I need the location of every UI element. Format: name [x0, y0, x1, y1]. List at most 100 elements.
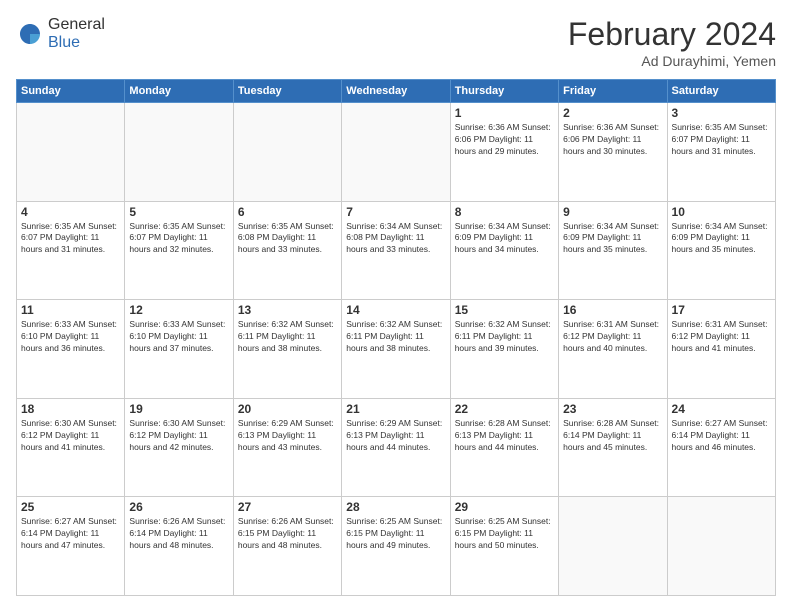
- day-info: Sunrise: 6:27 AM Sunset: 6:14 PM Dayligh…: [672, 418, 771, 454]
- logo-general: General: [48, 16, 105, 33]
- day-info: Sunrise: 6:32 AM Sunset: 6:11 PM Dayligh…: [238, 319, 337, 355]
- day-number: 23: [563, 402, 662, 416]
- calendar-cell: 28 Sunrise: 6:25 AM Sunset: 6:15 PM Dayli…: [342, 497, 450, 596]
- day-number: 2: [563, 106, 662, 120]
- calendar-cell: 15 Sunrise: 6:32 AM Sunset: 6:11 PM Dayli…: [450, 300, 558, 399]
- calendar-cell: 18 Sunrise: 6:30 AM Sunset: 6:12 PM Dayli…: [17, 398, 125, 497]
- day-number: 18: [21, 402, 120, 416]
- day-info: Sunrise: 6:32 AM Sunset: 6:11 PM Dayligh…: [455, 319, 554, 355]
- calendar-cell: [125, 103, 233, 202]
- calendar-cell: 6 Sunrise: 6:35 AM Sunset: 6:08 PM Daylig…: [233, 201, 341, 300]
- day-info: Sunrise: 6:36 AM Sunset: 6:06 PM Dayligh…: [563, 122, 662, 158]
- calendar-cell: 27Sunrise: 6:26 AM Sunset: 6:15 PM Dayli…: [233, 497, 341, 596]
- calendar-cell: [667, 497, 775, 596]
- day-info: Sunrise: 6:35 AM Sunset: 6:07 PM Dayligh…: [672, 122, 771, 158]
- day-info: Sunrise: 6:33 AM Sunset: 6:10 PM Dayligh…: [129, 319, 228, 355]
- calendar-cell: 16 Sunrise: 6:31 AM Sunset: 6:12 PM Dayli…: [559, 300, 667, 399]
- calendar-cell: 1Sunrise: 6:36 AM Sunset: 6:06 PM Daylig…: [450, 103, 558, 202]
- calendar-cell: 21 Sunrise: 6:29 AM Sunset: 6:13 PM Dayli…: [342, 398, 450, 497]
- day-info: Sunrise: 6:34 AM Sunset: 6:08 PM Dayligh…: [346, 221, 445, 257]
- calendar-week-row: 25Sunrise: 6:27 AM Sunset: 6:14 PM Dayli…: [17, 497, 776, 596]
- day-info: Sunrise: 6:32 AM Sunset: 6:11 PM Dayligh…: [346, 319, 445, 355]
- calendar-cell: 7 Sunrise: 6:34 AM Sunset: 6:08 PM Daylig…: [342, 201, 450, 300]
- day-info: Sunrise: 6:35 AM Sunset: 6:08 PM Dayligh…: [238, 221, 337, 257]
- day-number: 4: [21, 205, 120, 219]
- weekday-header: Thursday: [450, 80, 558, 103]
- weekday-header: Saturday: [667, 80, 775, 103]
- calendar-week-row: 4 Sunrise: 6:35 AM Sunset: 6:07 PM Daylig…: [17, 201, 776, 300]
- logo-text: General Blue: [48, 16, 105, 52]
- calendar-cell: 14 Sunrise: 6:32 AM Sunset: 6:11 PM Dayli…: [342, 300, 450, 399]
- day-info: Sunrise: 6:35 AM Sunset: 6:07 PM Dayligh…: [21, 221, 120, 257]
- day-number: 14: [346, 303, 445, 317]
- day-number: 28: [346, 500, 445, 514]
- calendar-week-row: 11 Sunrise: 6:33 AM Sunset: 6:10 PM Dayli…: [17, 300, 776, 399]
- day-number: 8: [455, 205, 554, 219]
- day-info: Sunrise: 6:29 AM Sunset: 6:13 PM Dayligh…: [346, 418, 445, 454]
- day-info: Sunrise: 6:25 AM Sunset: 6:15 PM Dayligh…: [455, 516, 554, 552]
- day-number: 26: [129, 500, 228, 514]
- weekday-header-row: SundayMondayTuesdayWednesdayThursdayFrid…: [17, 80, 776, 103]
- day-info: Sunrise: 6:31 AM Sunset: 6:12 PM Dayligh…: [563, 319, 662, 355]
- calendar-cell: 5Sunrise: 6:35 AM Sunset: 6:07 PM Daylig…: [125, 201, 233, 300]
- day-number: 21: [346, 402, 445, 416]
- day-info: Sunrise: 6:28 AM Sunset: 6:13 PM Dayligh…: [455, 418, 554, 454]
- day-info: Sunrise: 6:34 AM Sunset: 6:09 PM Dayligh…: [455, 221, 554, 257]
- day-number: 29: [455, 500, 554, 514]
- calendar-cell: [559, 497, 667, 596]
- weekday-header: Tuesday: [233, 80, 341, 103]
- day-number: 10: [672, 205, 771, 219]
- calendar-cell: 13 Sunrise: 6:32 AM Sunset: 6:11 PM Dayli…: [233, 300, 341, 399]
- day-info: Sunrise: 6:30 AM Sunset: 6:12 PM Dayligh…: [129, 418, 228, 454]
- calendar-cell: 11 Sunrise: 6:33 AM Sunset: 6:10 PM Dayli…: [17, 300, 125, 399]
- day-info: Sunrise: 6:30 AM Sunset: 6:12 PM Dayligh…: [21, 418, 120, 454]
- location: Ad Durayhimi, Yemen: [568, 53, 776, 69]
- header: General Blue February 2024 Ad Durayhimi,…: [16, 16, 776, 69]
- calendar-cell: 4 Sunrise: 6:35 AM Sunset: 6:07 PM Daylig…: [17, 201, 125, 300]
- day-number: 20: [238, 402, 337, 416]
- day-info: Sunrise: 6:35 AM Sunset: 6:07 PM Dayligh…: [129, 221, 228, 257]
- calendar-cell: 2 Sunrise: 6:36 AM Sunset: 6:06 PM Daylig…: [559, 103, 667, 202]
- day-number: 9: [563, 205, 662, 219]
- calendar-week-row: 18 Sunrise: 6:30 AM Sunset: 6:12 PM Dayli…: [17, 398, 776, 497]
- calendar-cell: [342, 103, 450, 202]
- weekday-header: Sunday: [17, 80, 125, 103]
- calendar-cell: 25Sunrise: 6:27 AM Sunset: 6:14 PM Dayli…: [17, 497, 125, 596]
- calendar-cell: 19Sunrise: 6:30 AM Sunset: 6:12 PM Dayli…: [125, 398, 233, 497]
- day-info: Sunrise: 6:28 AM Sunset: 6:14 PM Dayligh…: [563, 418, 662, 454]
- day-number: 7: [346, 205, 445, 219]
- title-block: February 2024 Ad Durayhimi, Yemen: [568, 16, 776, 69]
- calendar-cell: 23 Sunrise: 6:28 AM Sunset: 6:14 PM Dayli…: [559, 398, 667, 497]
- calendar-cell: 9 Sunrise: 6:34 AM Sunset: 6:09 PM Daylig…: [559, 201, 667, 300]
- day-number: 17: [672, 303, 771, 317]
- day-number: 15: [455, 303, 554, 317]
- weekday-header: Monday: [125, 80, 233, 103]
- calendar-cell: 17 Sunrise: 6:31 AM Sunset: 6:12 PM Dayli…: [667, 300, 775, 399]
- calendar-week-row: 1Sunrise: 6:36 AM Sunset: 6:06 PM Daylig…: [17, 103, 776, 202]
- day-info: Sunrise: 6:34 AM Sunset: 6:09 PM Dayligh…: [563, 221, 662, 257]
- calendar-cell: [233, 103, 341, 202]
- calendar-cell: 24 Sunrise: 6:27 AM Sunset: 6:14 PM Dayli…: [667, 398, 775, 497]
- calendar-cell: 20 Sunrise: 6:29 AM Sunset: 6:13 PM Dayli…: [233, 398, 341, 497]
- day-info: Sunrise: 6:33 AM Sunset: 6:10 PM Dayligh…: [21, 319, 120, 355]
- calendar-cell: 26 Sunrise: 6:26 AM Sunset: 6:14 PM Dayli…: [125, 497, 233, 596]
- calendar-cell: 29 Sunrise: 6:25 AM Sunset: 6:15 PM Dayli…: [450, 497, 558, 596]
- day-info: Sunrise: 6:25 AM Sunset: 6:15 PM Dayligh…: [346, 516, 445, 552]
- day-number: 22: [455, 402, 554, 416]
- calendar-table: SundayMondayTuesdayWednesdayThursdayFrid…: [16, 79, 776, 596]
- day-info: Sunrise: 6:26 AM Sunset: 6:14 PM Dayligh…: [129, 516, 228, 552]
- day-info: Sunrise: 6:26 AM Sunset: 6:15 PM Dayligh…: [238, 516, 337, 552]
- month-title: February 2024: [568, 16, 776, 53]
- day-number: 24: [672, 402, 771, 416]
- day-number: 16: [563, 303, 662, 317]
- day-number: 6: [238, 205, 337, 219]
- day-info: Sunrise: 6:31 AM Sunset: 6:12 PM Dayligh…: [672, 319, 771, 355]
- day-number: 13: [238, 303, 337, 317]
- day-info: Sunrise: 6:29 AM Sunset: 6:13 PM Dayligh…: [238, 418, 337, 454]
- day-number: 11: [21, 303, 120, 317]
- calendar-cell: [17, 103, 125, 202]
- logo: General Blue: [16, 16, 105, 52]
- calendar-cell: 8 Sunrise: 6:34 AM Sunset: 6:09 PM Daylig…: [450, 201, 558, 300]
- weekday-header: Wednesday: [342, 80, 450, 103]
- calendar-cell: 22 Sunrise: 6:28 AM Sunset: 6:13 PM Dayli…: [450, 398, 558, 497]
